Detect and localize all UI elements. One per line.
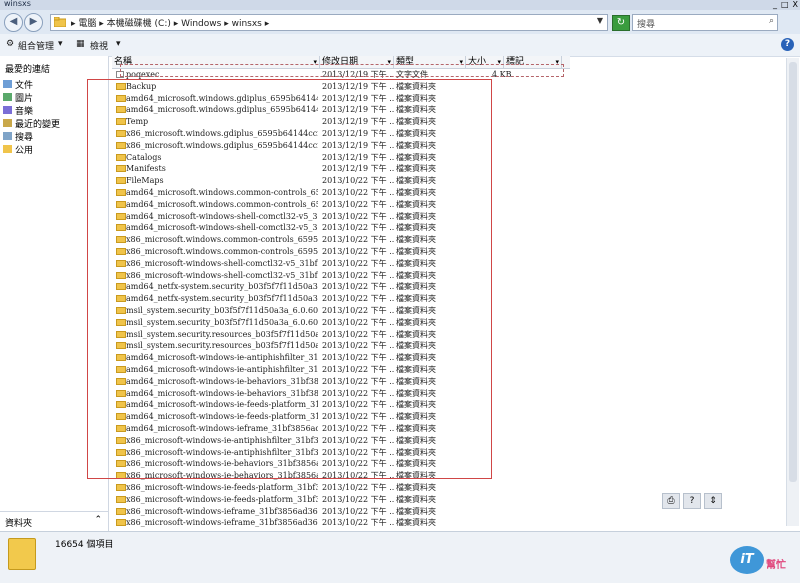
- highlight-box: [87, 79, 492, 479]
- breadcrumb: ▸ 電腦 ▸ 本機磁碟機 (C:) ▸ Windows ▸ winsxs ▸: [71, 19, 270, 29]
- breadcrumb-winsxs[interactable]: winsxs: [232, 19, 262, 29]
- sidebar-item-music[interactable]: 音樂: [3, 104, 33, 117]
- breadcrumb-drive[interactable]: 本機磁碟機 (C:): [107, 19, 171, 29]
- search-placeholder: 搜尋: [637, 20, 656, 30]
- window-title: winsxs: [4, 0, 31, 8]
- close-button[interactable]: X: [793, 0, 798, 9]
- breadcrumb-computer[interactable]: 電腦: [78, 19, 96, 29]
- print-icon[interactable]: ⎙: [662, 493, 680, 509]
- refresh-icon[interactable]: ↻: [612, 15, 630, 31]
- chevron-down-icon[interactable]: ▾: [116, 39, 121, 49]
- maximize-button[interactable]: □: [781, 0, 789, 9]
- public-folder-icon: [3, 145, 12, 153]
- folder-icon: [116, 507, 126, 515]
- chevron-down-icon[interactable]: ▼: [597, 16, 603, 25]
- search-input[interactable]: 搜尋 ⌕: [632, 14, 778, 31]
- sidebar-item-search[interactable]: 搜尋: [3, 130, 33, 143]
- list-item[interactable]: x86_microsoft-windows-ie-feeds-platform_…: [112, 482, 570, 493]
- reading-controls: ⎙ ? ⇕: [662, 493, 722, 509]
- organize-button[interactable]: 組合管理: [18, 39, 54, 52]
- chevron-up-icon[interactable]: ⌃: [94, 515, 102, 525]
- cell-type: 檔案資料夾: [396, 506, 436, 516]
- search-icon: [3, 132, 12, 140]
- documents-icon: [3, 80, 12, 88]
- cell-name: x86_microsoft-windows-ieframe_31bf3856ad…: [126, 506, 318, 516]
- command-toolbar: ⚙ 組合管理 ▾ ▦ 檢視 ▾: [0, 34, 800, 57]
- help-icon[interactable]: ?: [683, 493, 701, 509]
- folders-label: 資料夾: [5, 519, 33, 529]
- folder-icon: [8, 538, 36, 570]
- folder-icon: [116, 484, 126, 491]
- site-logo: iT 幫忙: [730, 546, 794, 576]
- folders-toggle[interactable]: 資料夾 ⌃: [0, 511, 108, 530]
- recent-changes-icon: [3, 119, 12, 127]
- selection-outline: [120, 64, 564, 77]
- sidebar-item-documents[interactable]: 文件: [3, 78, 33, 91]
- back-button[interactable]: ◀: [4, 13, 23, 32]
- help-icon[interactable]: ?: [781, 38, 794, 51]
- list-item[interactable]: x86_microsoft-windows-ieframe_31bf3856ad…: [112, 506, 570, 517]
- music-icon: [3, 106, 12, 114]
- logo-bubble: iT: [730, 546, 764, 574]
- view-button[interactable]: 檢視: [90, 39, 108, 52]
- cell-type: 檔案資料夾: [396, 483, 436, 492]
- pictures-icon: [3, 93, 12, 101]
- address-bar-area: ◀ ▶ ▸ 電腦 ▸ 本機磁碟機 (C:) ▸ Windows ▸ winsxs…: [0, 10, 800, 34]
- forward-button[interactable]: ▶: [24, 13, 43, 32]
- folder-icon: [116, 519, 126, 527]
- organize-icon: ⚙: [6, 39, 15, 49]
- cell-name: x86_microsoft-windows-ie-feeds-platform_…: [126, 494, 318, 504]
- address-bar[interactable]: ▸ 電腦 ▸ 本機磁碟機 (C:) ▸ Windows ▸ winsxs ▸ ▼: [50, 14, 608, 31]
- sidebar-item-recent[interactable]: 最近的變更: [3, 117, 60, 130]
- list-item[interactable]: x86_microsoft-windows-ie-feeds-platform_…: [112, 494, 570, 505]
- folder-icon: [116, 495, 126, 503]
- cell-date: 2013/10/22 下午 ...: [322, 494, 394, 504]
- minimize-button[interactable]: _: [773, 0, 777, 9]
- cell-date: 2013/10/22 下午 ...: [322, 506, 394, 516]
- details-pane: 16654 個項目 iT 幫忙: [0, 531, 800, 583]
- breadcrumb-windows[interactable]: Windows: [181, 19, 221, 29]
- cell-name: x86_microsoft-windows-ie-feeds-platform_…: [126, 483, 318, 492]
- logo-text: 幫忙: [766, 560, 786, 571]
- view-icon: ▦: [76, 39, 85, 49]
- cell-type: 檔案資料夾: [396, 518, 436, 528]
- scroll-arrows-icon[interactable]: ⇕: [704, 493, 722, 509]
- window-titlebar: winsxs _ □ X: [0, 0, 800, 10]
- folder-icon: [53, 16, 67, 30]
- item-count: 16654 個項目: [55, 540, 114, 550]
- cell-name: x86_microsoft-windows-ieframe_31bf3856ad…: [126, 518, 318, 528]
- vertical-scrollbar[interactable]: [786, 58, 799, 526]
- cell-type: 檔案資料夾: [396, 494, 436, 504]
- list-item[interactable]: x86_microsoft-windows-ieframe_31bf3856ad…: [112, 517, 570, 528]
- search-icon[interactable]: ⌕: [769, 16, 774, 26]
- chevron-down-icon[interactable]: ▾: [58, 39, 63, 49]
- sidebar-item-public[interactable]: 公用: [3, 143, 33, 156]
- favorites-heading: 最愛的連結: [5, 65, 51, 75]
- scrollbar-thumb[interactable]: [789, 62, 797, 482]
- cell-date: 2013/10/22 下午 ...: [322, 518, 394, 528]
- sidebar-item-pictures[interactable]: 圖片: [3, 91, 33, 104]
- cell-date: 2013/10/22 下午 ...: [322, 483, 394, 492]
